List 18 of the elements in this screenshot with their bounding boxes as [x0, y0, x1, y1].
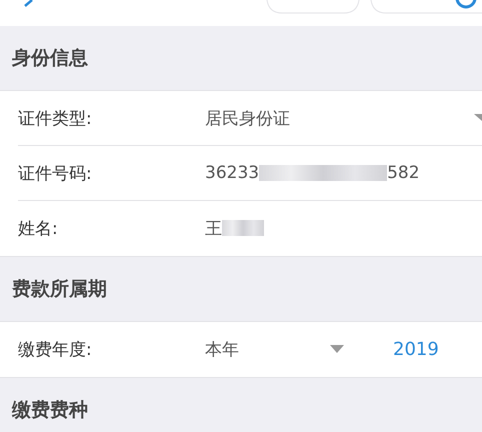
section-title: 缴费费种 — [12, 398, 88, 423]
field-label: 证件号码: — [18, 162, 93, 184]
year-value[interactable]: 2019 — [393, 338, 439, 360]
field-value: 王 — [205, 218, 222, 240]
field-label: 缴费年度: — [18, 338, 93, 360]
redaction-blur — [222, 220, 264, 236]
field-label: 证件类型: — [18, 108, 93, 130]
caret-icon[interactable] — [474, 114, 482, 122]
field-label: 姓名: — [18, 218, 59, 240]
section-title: 费款所属期 — [12, 277, 107, 302]
caret-icon[interactable] — [330, 345, 344, 353]
field-value: 582 — [387, 163, 420, 183]
capsule-button[interactable] — [370, 0, 482, 14]
field-value: 居民身份证 — [205, 108, 290, 130]
back-icon[interactable] — [22, 0, 34, 8]
field-value: 36233 — [205, 163, 260, 183]
section-title: 身份信息 — [12, 46, 88, 71]
field-value: 本年 — [205, 338, 239, 360]
